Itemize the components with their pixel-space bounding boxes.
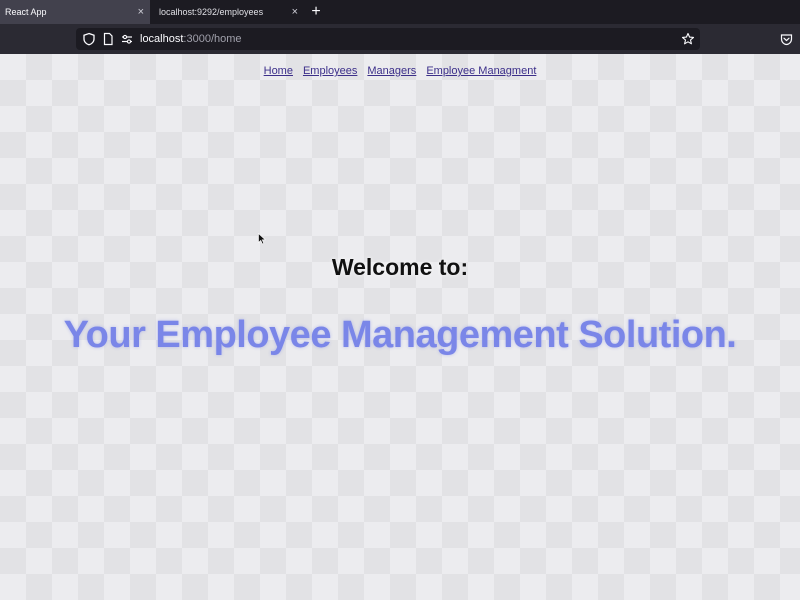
new-tab-icon[interactable]: + xyxy=(304,0,328,24)
nav-link-employee-management[interactable]: Employee Managment xyxy=(426,65,536,77)
close-icon[interactable]: × xyxy=(292,4,298,20)
url-path: :3000/home xyxy=(183,33,242,45)
pocket-icon[interactable] xyxy=(780,33,793,46)
shield-icon[interactable] xyxy=(82,32,96,46)
welcome-heading: Welcome to: xyxy=(331,254,469,280)
nav-link-home[interactable]: Home xyxy=(264,65,293,77)
tab-strip: React App × localhost:9292/employees × + xyxy=(0,0,800,24)
tab-title: localhost:9292/employees xyxy=(159,7,264,17)
tab-title: React App xyxy=(5,7,47,17)
permissions-icon[interactable] xyxy=(120,32,134,46)
page-viewport: Home Employees Managers Employee Managme… xyxy=(0,54,800,600)
url-bar[interactable]: localhost:3000/home xyxy=(76,28,700,50)
url-host: localhost xyxy=(140,33,184,45)
site-navigation: Home Employees Managers Employee Managme… xyxy=(0,65,800,77)
navigation-toolbar: localhost:3000/home xyxy=(0,24,800,54)
mouse-cursor-icon xyxy=(258,233,266,245)
tab-react-app[interactable]: React App × xyxy=(0,0,150,24)
nav-link-employees[interactable]: Employees xyxy=(303,65,357,77)
bookmark-star-icon[interactable] xyxy=(681,32,695,46)
nav-link-managers[interactable]: Managers xyxy=(367,65,416,77)
page-icon[interactable] xyxy=(101,32,115,46)
close-icon[interactable]: × xyxy=(138,4,144,20)
tab-employees[interactable]: localhost:9292/employees × xyxy=(154,0,304,24)
url-text[interactable]: localhost:3000/home xyxy=(140,32,242,46)
tagline-heading: Your Employee Management Solution. xyxy=(63,314,737,356)
